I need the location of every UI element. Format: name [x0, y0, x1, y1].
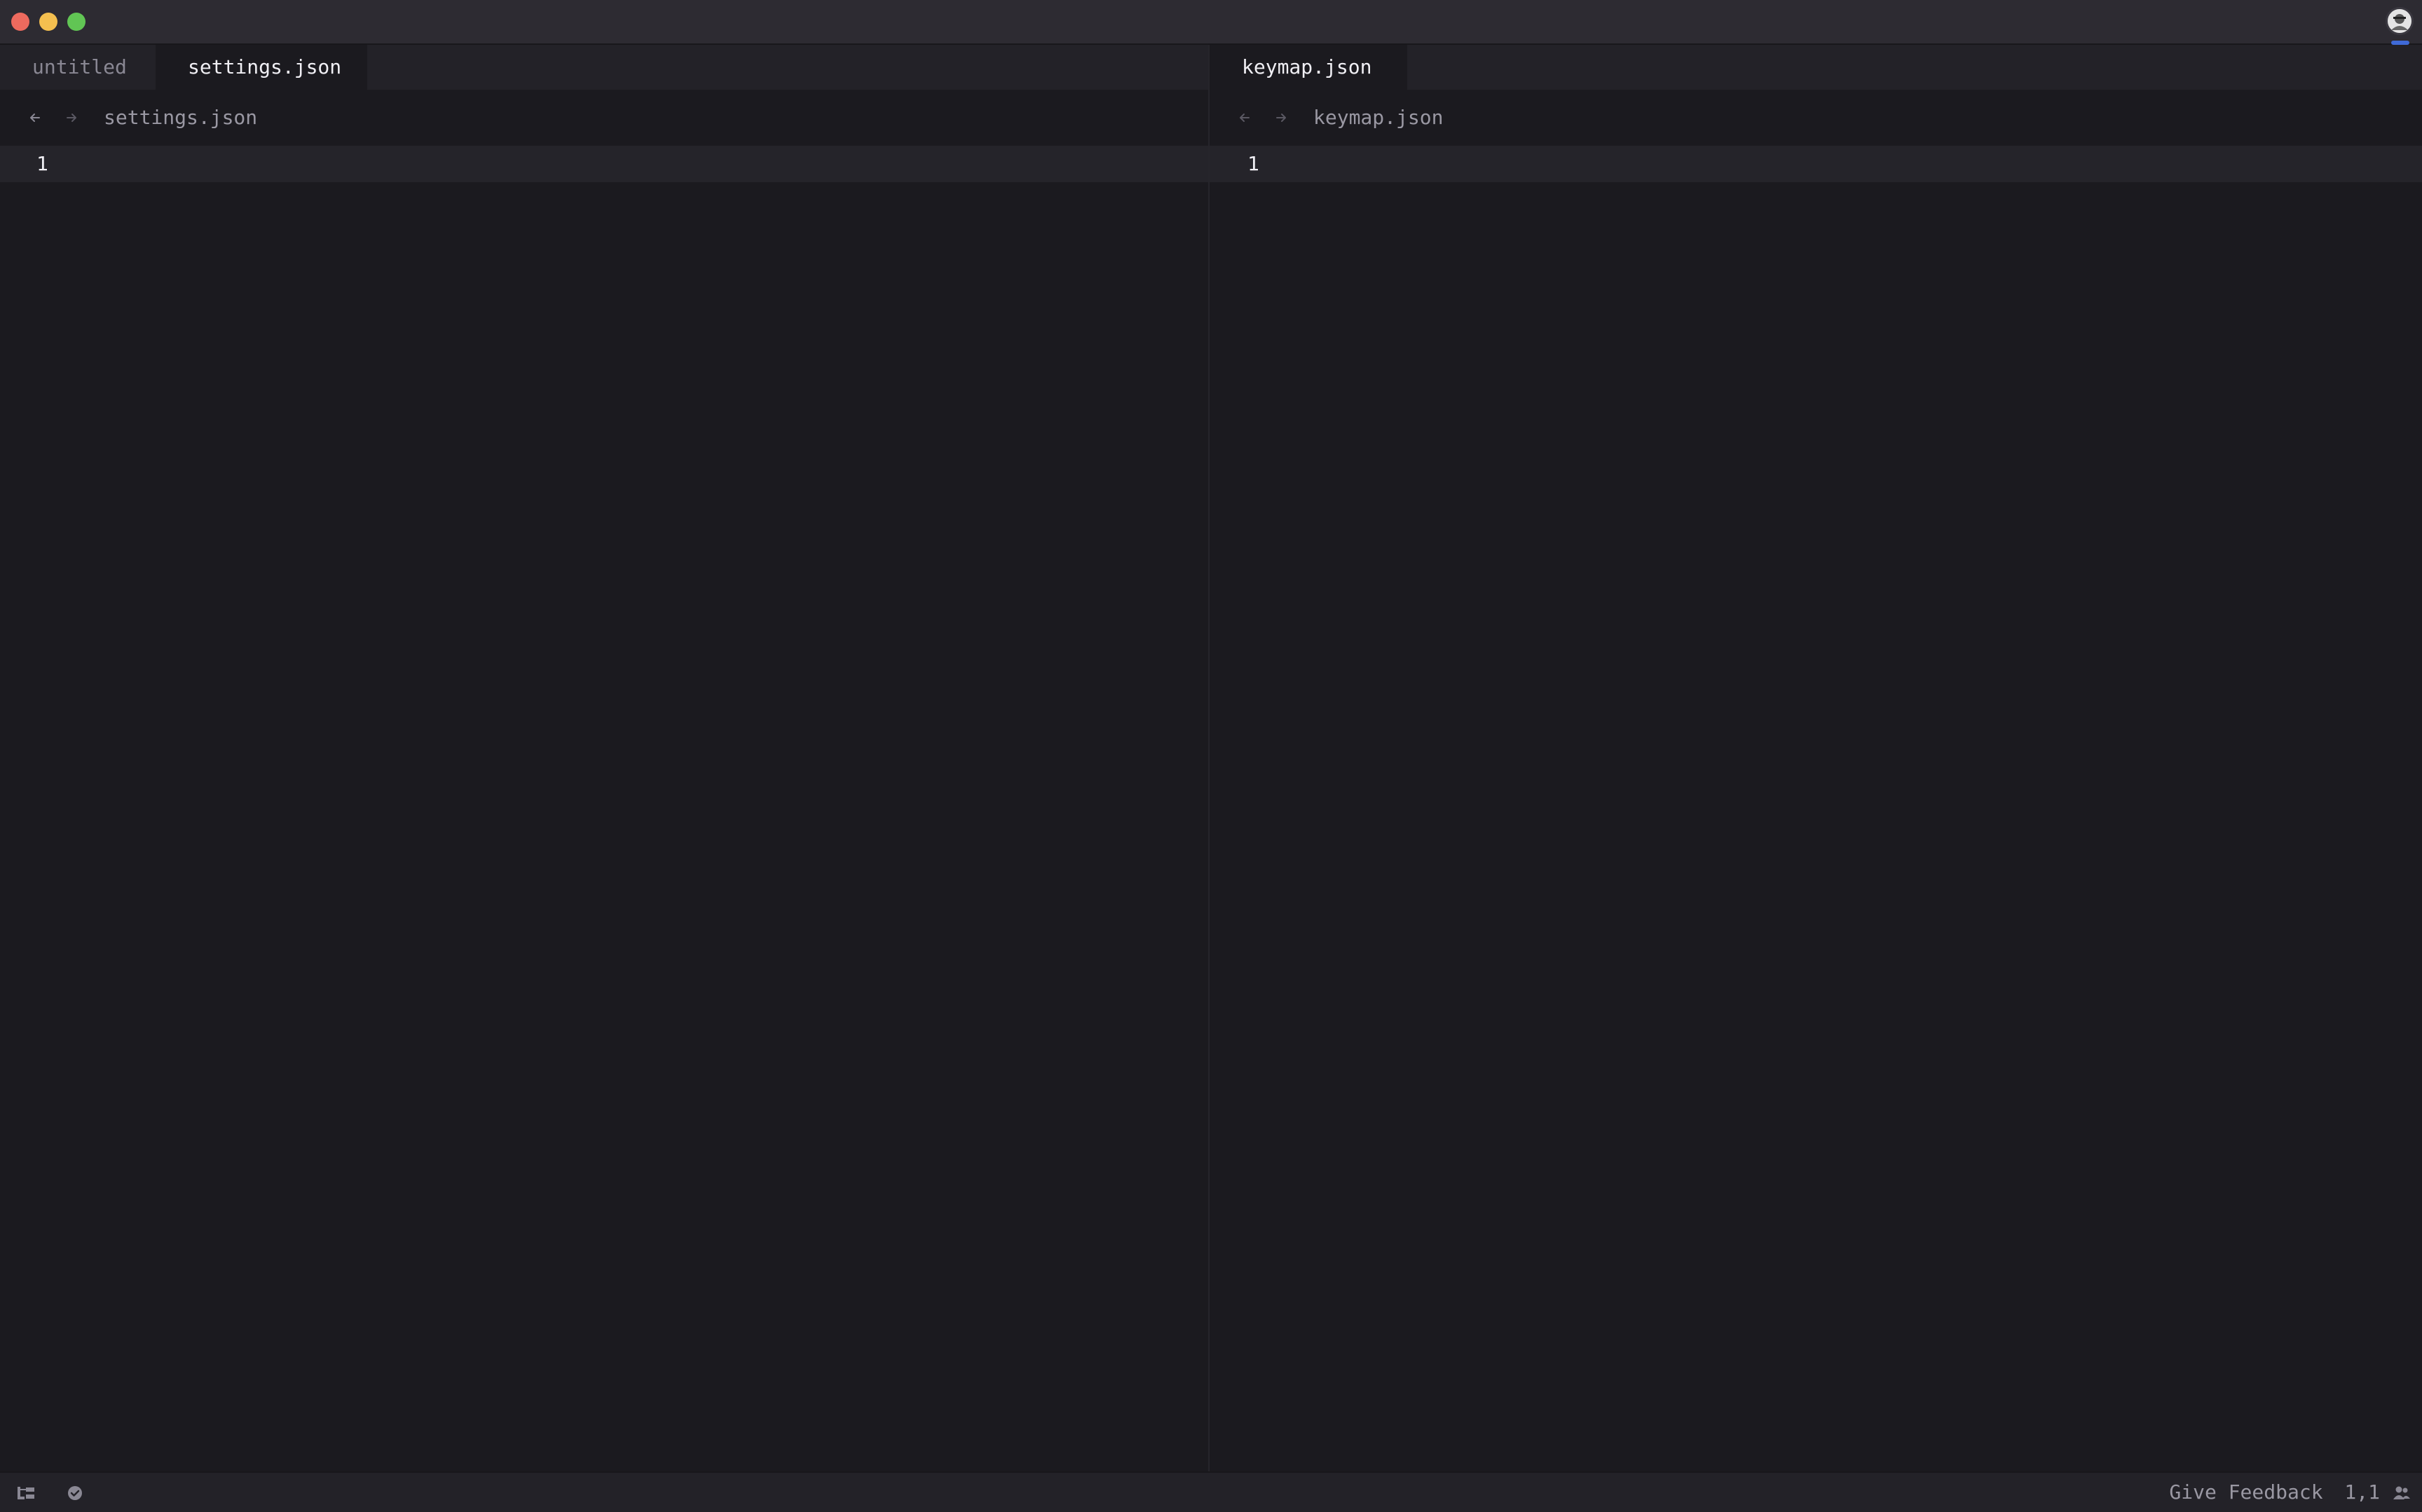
status-bar: Give Feedback 1,1 — [0, 1471, 2422, 1512]
right-tab-bar: keymap.json — [1210, 45, 2422, 90]
left-pane: untitled settings.json settings.json 1 — [0, 45, 1208, 1471]
give-feedback-button[interactable]: Give Feedback — [2169, 1480, 2322, 1504]
tab-label: untitled — [32, 55, 127, 78]
left-breadcrumb-bar: settings.json — [0, 90, 1208, 146]
window-close-button[interactable] — [11, 13, 29, 31]
current-line-highlight — [1210, 146, 2422, 182]
user-avatar[interactable] — [2386, 7, 2414, 35]
toggle-project-panel-button[interactable] — [15, 1483, 36, 1504]
line-number: 1 — [36, 152, 48, 175]
arrow-right-icon — [67, 114, 76, 122]
tab-keymap-json[interactable]: keymap.json — [1210, 45, 1407, 90]
user-avatar-icon — [2388, 9, 2411, 33]
right-breadcrumb-bar: keymap.json — [1210, 90, 2422, 146]
project-panel-icon — [18, 1487, 34, 1499]
breadcrumb[interactable]: keymap.json — [1313, 90, 1443, 146]
diagnostics-check-icon — [68, 1486, 82, 1500]
window-maximize-button[interactable] — [67, 13, 85, 31]
tab-untitled[interactable]: untitled — [0, 45, 156, 90]
go-forward-button[interactable] — [1268, 105, 1294, 130]
tab-settings-json[interactable]: settings.json — [156, 45, 367, 90]
breadcrumb[interactable]: settings.json — [104, 90, 257, 146]
status-right-group: Give Feedback 1,1 — [2159, 1473, 2380, 1512]
go-forward-button[interactable] — [59, 105, 84, 130]
tab-label: keymap.json — [1242, 55, 1372, 78]
collaborators-icon — [2393, 1486, 2410, 1499]
left-tab-bar: untitled settings.json — [0, 45, 1208, 90]
tab-label: settings.json — [188, 55, 342, 78]
go-back-button[interactable] — [1232, 105, 1257, 130]
cursor-position[interactable]: 1,1 — [2344, 1480, 2380, 1504]
window-minimize-button[interactable] — [39, 13, 57, 31]
editor-window: untitled settings.json settings.json 1 k… — [0, 0, 2422, 1512]
arrow-left-icon — [30, 114, 40, 122]
diagnostics-button[interactable] — [64, 1483, 85, 1504]
line-number: 1 — [1247, 152, 1259, 175]
right-pane: keymap.json keymap.json 1 — [1210, 45, 2422, 1471]
arrow-right-icon — [1276, 114, 1286, 122]
arrow-left-icon — [1240, 114, 1250, 122]
right-editor[interactable]: 1 — [1210, 146, 2422, 1471]
go-back-button[interactable] — [22, 105, 48, 130]
left-editor[interactable]: 1 — [0, 146, 1208, 1471]
current-line-highlight — [0, 146, 1208, 182]
collaboration-button[interactable] — [2391, 1483, 2412, 1504]
title-bar — [0, 0, 2422, 45]
